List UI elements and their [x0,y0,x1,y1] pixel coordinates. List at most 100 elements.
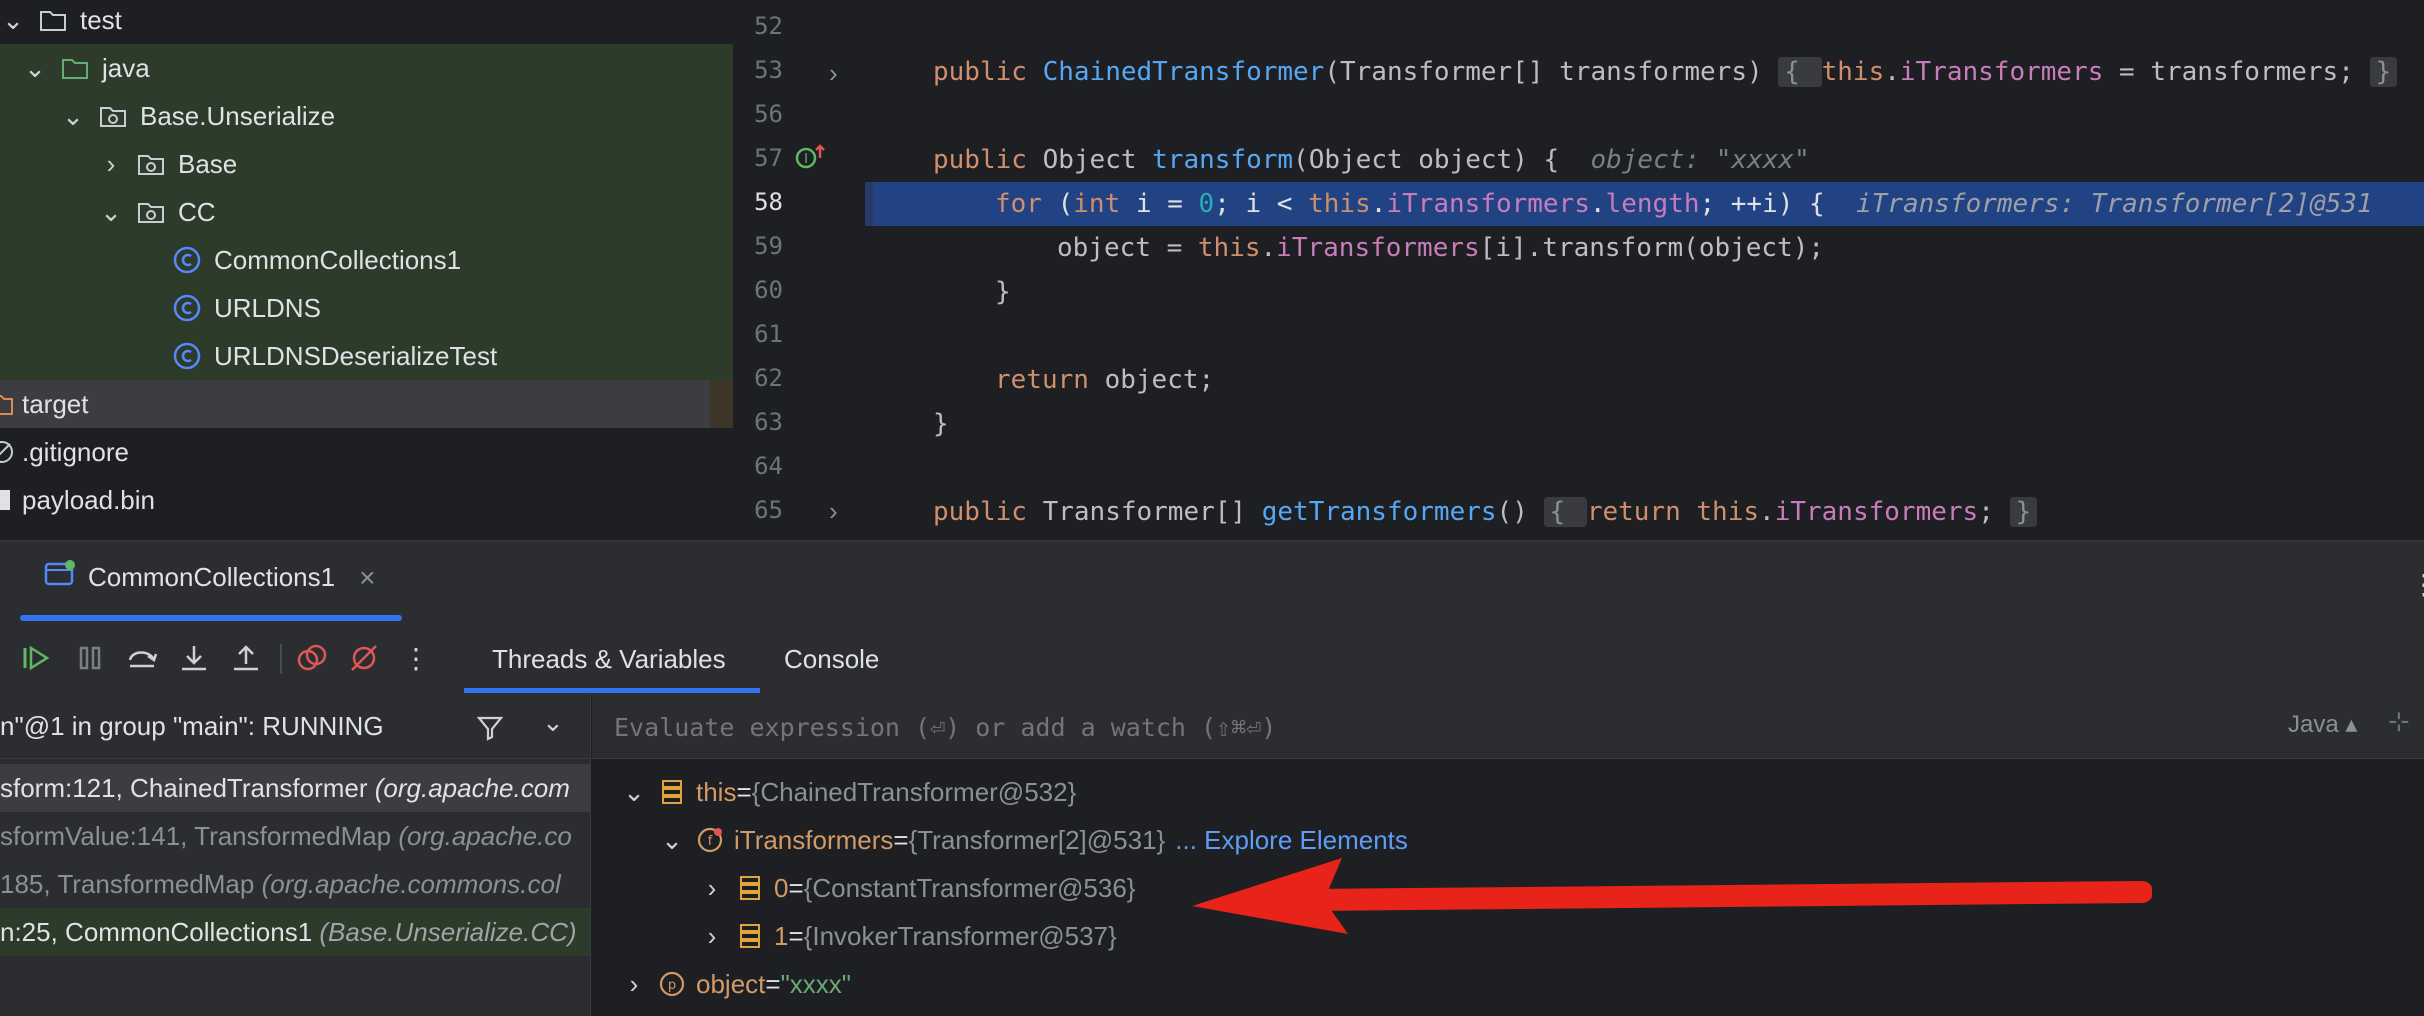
tree-item-label: CC [178,196,216,227]
implements-method-icon[interactable]: I [793,142,829,177]
variable-eq: = [765,969,781,999]
thread-selector[interactable]: n"@1 in group "main": RUNNING ⌄ [0,694,590,759]
tree-item-target[interactable]: target [0,380,710,428]
toolbar-separator [280,644,282,674]
chevron-down-icon[interactable]: ⌄ [98,197,124,227]
folder-icon [58,51,92,85]
more-actions-icon[interactable]: ⋮ [398,640,434,676]
variable-row-this[interactable]: ⌄ this = {ChainedTransformer@532} [622,768,1076,816]
code-editor[interactable]: 52 53 › 56 57 I 58 59 60 61 62 63 64 65 … [733,0,2424,540]
tree-item-label: URLDNS [214,292,321,323]
evaluate-expression-input[interactable] [612,704,1816,750]
chevron-down-icon[interactable]: ⌄ [60,101,86,131]
tree-item-java[interactable]: ⌄ java [0,44,755,92]
pause-icon[interactable] [72,640,108,676]
mute-breakpoints-icon[interactable] [346,640,382,676]
close-icon[interactable]: × [359,562,375,594]
editor-gutter[interactable]: 52 53 › 56 57 I 58 59 60 61 62 63 64 65 … [733,0,865,540]
step-out-icon[interactable] [228,640,264,676]
evaluate-expression-bar: Java ▴ ⊹ [592,694,2424,759]
language-label: Java [2288,711,2339,738]
tree-item-label: payload.bin [22,484,155,515]
tree-item-label: java [102,52,150,83]
code-line-60: } [995,277,1011,307]
chevron-right-icon[interactable]: › [700,864,724,912]
variable-row-0[interactable]: › 0 = {ConstantTransformer@536} [700,864,1136,912]
variable-eq: = [788,921,804,951]
frame-method: 185, TransformedMap [0,869,262,899]
line-number: 59 [754,232,783,260]
tree-item-gitignore[interactable]: .gitignore [0,428,733,476]
fold-expand-icon[interactable]: › [829,58,838,89]
code-line-63: } [933,409,949,439]
frame-class: (org.apache.com [374,773,570,803]
tab-threads-variables[interactable]: Threads & Variables [492,644,726,675]
tree-item-base-unserialize[interactable]: ⌄ Base.Unserialize [0,92,793,140]
resume-icon[interactable] [18,640,54,676]
frame-class: (org.apache.commons.col [261,869,561,899]
variable-name: object [696,969,766,999]
frame-row[interactable]: n:25, CommonCollections1 (Base.Unseriali… [0,908,590,956]
more-options-icon[interactable]: ⋮ [2410,568,2424,601]
chevron-right-icon[interactable]: › [622,960,646,1008]
variable-eq: = [788,873,804,903]
variable-eq: = [893,825,909,855]
svg-text:p: p [668,978,676,993]
fold-expand-icon[interactable]: › [829,496,838,527]
add-watch-icon[interactable]: ⊹ [2388,706,2410,737]
chevron-down-icon[interactable]: ⌄ [22,53,48,83]
tree-item-label: URLDNSDeserializeTest [214,340,498,371]
tree-item-label: Base.Unserialize [140,100,336,131]
chevron-down-icon[interactable]: ⌄ [622,768,646,816]
code-area[interactable]: public ChainedTransformer(Transformer[] … [867,0,2424,540]
code-line-65: public Transformer[] getTransformers() {… [933,490,2038,534]
chevron-down-icon[interactable]: ⌄ [542,694,564,754]
chevron-right-icon[interactable]: › [98,149,124,179]
chevron-right-icon[interactable]: › [700,912,724,960]
frames-pane: n"@1 in group "main": RUNNING ⌄ sform:12… [0,694,591,1016]
code-line-62: return object; [995,365,1215,395]
tab-console[interactable]: Console [784,644,879,675]
frame-row-selected[interactable]: sform:121, ChainedTransformer (org.apach… [0,764,590,812]
tree-item-base[interactable]: › Base [0,140,831,188]
tree-item-label: test [80,4,122,35]
active-subtab-indicator [464,688,760,693]
chevron-down-icon[interactable]: ⌄ [660,816,684,864]
active-tab-indicator [20,615,402,621]
variable-row-object[interactable]: › p object = "xxxx" [622,960,851,1008]
debug-config-icon [44,560,76,595]
frame-class: (org.apache.co [398,821,572,851]
debug-toolbar: ⋮ Threads & Variables Console [0,622,2424,695]
frame-row[interactable]: 185, TransformedMap (org.apache.commons.… [0,860,590,908]
variable-name: iTransformers [734,825,894,855]
frame-method: n:25, CommonCollections1 [0,917,320,947]
language-selector[interactable]: Java ▴ [2288,710,2357,739]
code-line-53: public ChainedTransformer(Transformer[] … [933,50,2398,94]
tree-item-payload-bin[interactable]: payload.bin [0,476,733,524]
line-number: 64 [754,452,783,480]
target-row-marker [710,380,733,428]
field-list-icon [736,874,764,902]
tree-item-test[interactable]: ⌄ test [0,0,733,44]
line-number: 56 [754,100,783,128]
tree-item-label: Base [178,148,238,179]
frame-row[interactable]: sformValue:141, TransformedMap (org.apac… [0,812,590,860]
variable-name: 1 [774,921,789,951]
ignore-file-icon [0,435,14,469]
line-number: 63 [754,408,783,436]
filter-icon[interactable] [476,694,504,758]
package-icon [134,147,168,181]
line-number: 57 [754,144,783,172]
frame-class: (Base.Unserialize.CC) [319,917,577,947]
step-into-icon[interactable] [176,640,212,676]
view-breakpoints-icon[interactable] [294,640,330,676]
chevron-down-icon[interactable]: ⌄ [0,5,26,35]
variable-row-1[interactable]: › 1 = {InvokerTransformer@537} [700,912,1117,960]
tree-item-cc[interactable]: ⌄ CC [0,188,831,236]
variable-value: {Transformer[2]@531} [908,825,1166,855]
java-class-icon [170,339,204,373]
tab-commoncollections1[interactable]: CommonCollections1 × [44,560,375,595]
parameter-icon: p [658,970,686,998]
variable-name: 0 [774,873,789,903]
step-over-icon[interactable] [124,640,160,676]
